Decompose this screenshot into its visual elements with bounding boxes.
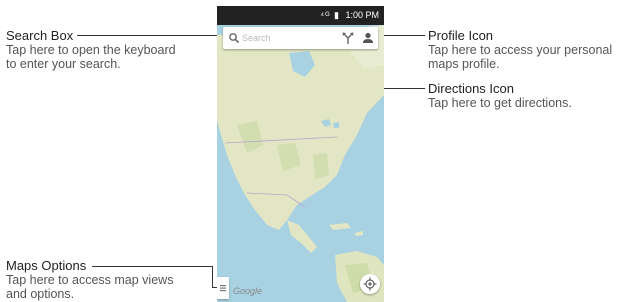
status-icons: ⁴ᴳ ▮: [320, 10, 340, 20]
profile-icon[interactable]: [361, 31, 375, 45]
profile-icon-callout: Profile Icon Tap here to access your per…: [428, 28, 612, 71]
phone-screen: ⁴ᴳ ▮ 1:00 PM Search Google: [217, 6, 384, 302]
callout-description: Tap here to access map views and options…: [6, 273, 174, 301]
my-location-icon: [363, 277, 377, 291]
search-box[interactable]: Search: [223, 27, 378, 49]
search-input[interactable]: Search: [242, 32, 271, 44]
map-view[interactable]: [217, 25, 384, 302]
clock: 1:00 PM: [345, 10, 379, 20]
leader-line: [92, 266, 213, 267]
callout-description: Tap here to get directions.: [428, 96, 572, 110]
directions-icon-callout: Directions Icon Tap here to get directio…: [428, 81, 572, 110]
maps-options-button[interactable]: [217, 277, 229, 299]
search-icon: [229, 33, 240, 44]
callout-description: Tap here to access your personal maps pr…: [428, 43, 613, 71]
google-logo: Google: [233, 286, 263, 296]
my-location-button[interactable]: [360, 274, 380, 294]
leader-line: [77, 35, 223, 36]
callout-title: Profile Icon: [428, 28, 494, 43]
menu-icon: [220, 285, 226, 292]
status-bar: ⁴ᴳ ▮ 1:00 PM: [217, 6, 384, 25]
map-land: [217, 25, 384, 302]
callout-description: Tap here to open the keyboard to enter y…: [6, 43, 176, 71]
callout-title: Directions Icon: [428, 81, 514, 96]
maps-options-callout: Maps Options Tap here to access map view…: [6, 258, 173, 301]
leader-line: [212, 266, 213, 288]
directions-icon[interactable]: [341, 31, 355, 45]
